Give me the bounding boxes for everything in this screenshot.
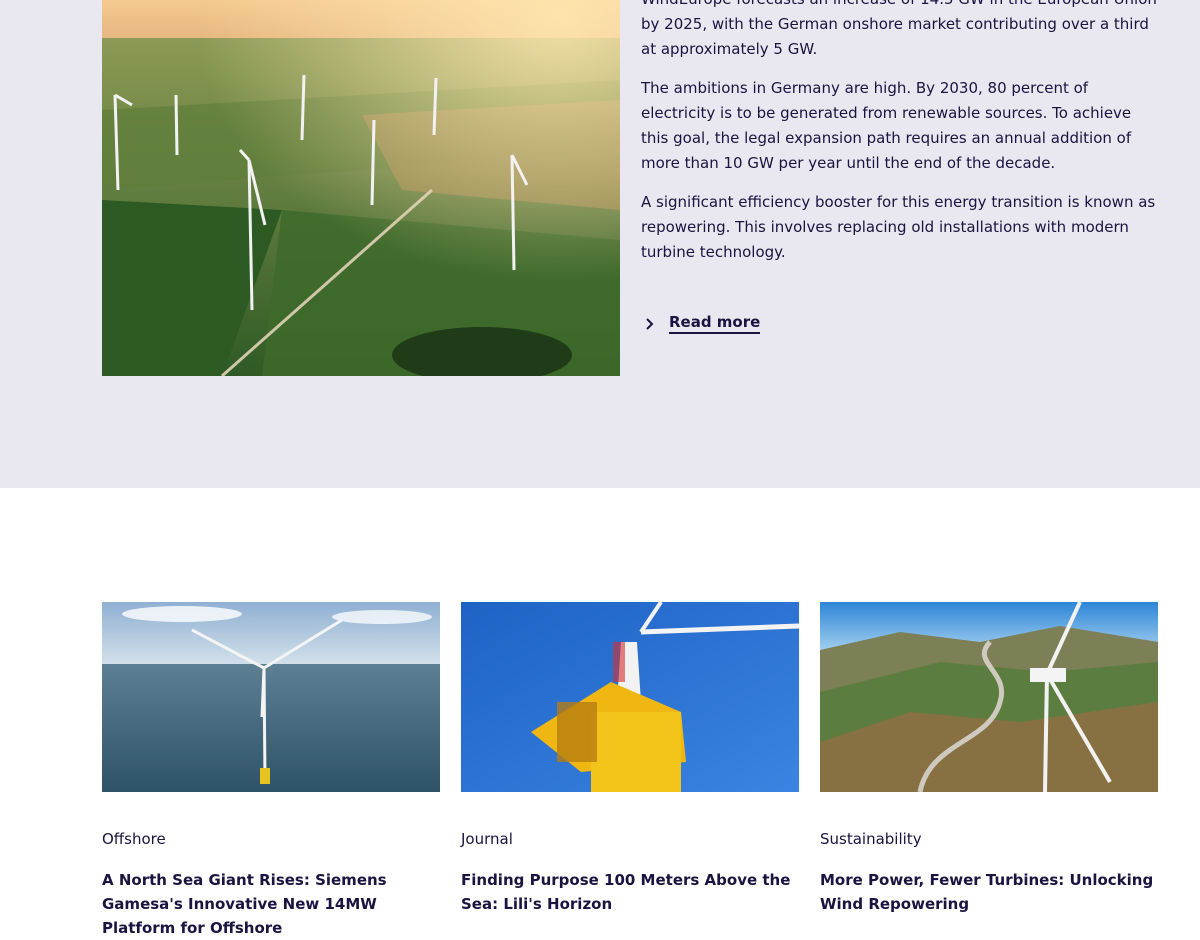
card-category: Sustainability [820,830,922,848]
article-text: WindEurope forecasts an increase of 14.5… [641,0,1161,334]
turbine-platform-image [461,602,799,792]
article-card[interactable]: Sustainability More Power, Fewer Turbine… [820,602,1158,916]
article-card[interactable]: Journal Finding Purpose 100 Meters Above… [461,602,799,916]
card-category: Journal [461,830,513,848]
related-articles: Offshore A North Sea Giant Rises: Siemen… [102,602,1158,937]
read-more-label: Read more [669,313,761,334]
card-title[interactable]: A North Sea Giant Rises: Siemens Gamesa'… [102,868,440,940]
mountain-turbines-image [820,602,1158,792]
card-title[interactable]: Finding Purpose 100 Meters Above the Sea… [461,868,799,916]
offshore-turbine-image [102,602,440,792]
card-category: Offshore [102,830,166,848]
article-section: WindEurope forecasts an increase of 14.5… [0,0,1200,488]
article-card[interactable]: Offshore A North Sea Giant Rises: Siemen… [102,602,440,940]
read-more-link[interactable]: Read more [641,313,1161,334]
chevron-right-icon [646,317,654,330]
article-paragraph: A significant efficiency booster for thi… [641,193,1156,261]
article-paragraph: The ambitions in Germany are high. By 20… [641,79,1132,172]
card-title[interactable]: More Power, Fewer Turbines: Unlocking Wi… [820,868,1158,916]
article-paragraph: WindEurope forecasts an increase of 14.5… [641,0,1157,58]
hero-wind-farm-image [102,0,620,376]
